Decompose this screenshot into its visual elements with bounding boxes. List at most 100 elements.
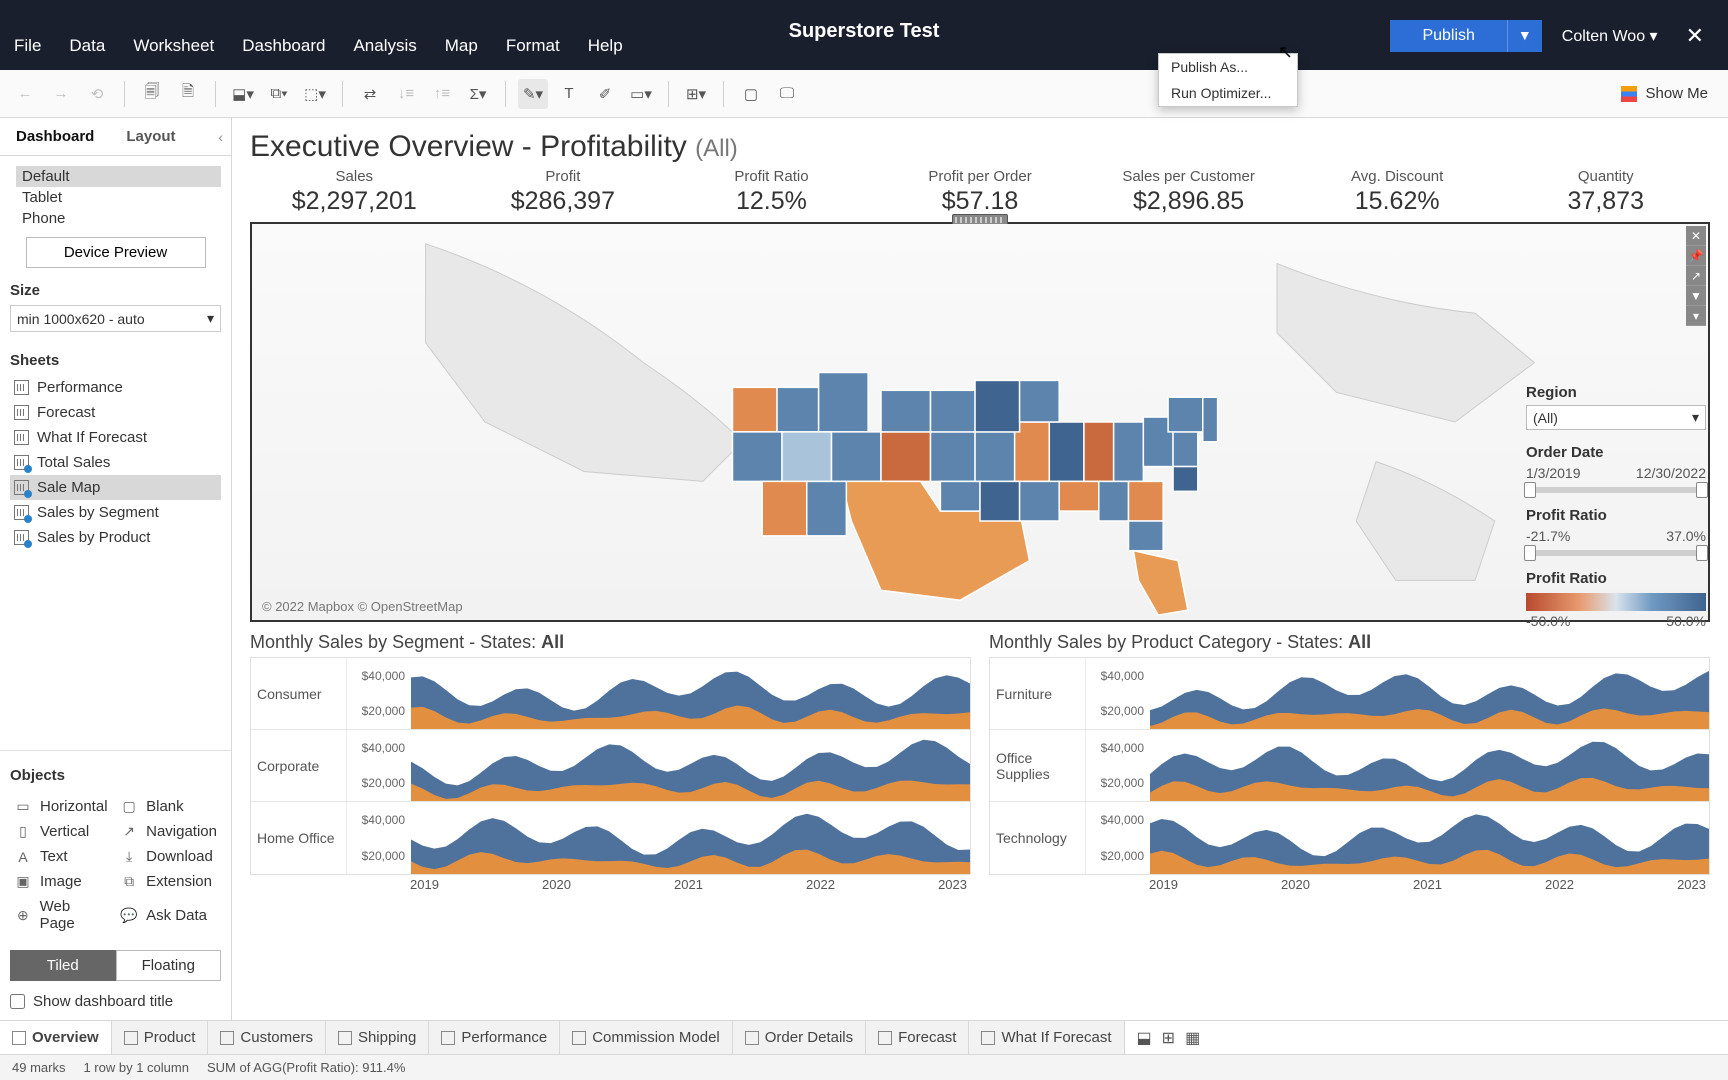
redo-icon[interactable]: →: [46, 79, 76, 109]
totals-icon[interactable]: Σ▾: [463, 79, 493, 109]
show-dashboard-title-checkbox[interactable]: Show dashboard title: [10, 993, 221, 1010]
highlight-icon[interactable]: ✎▾: [518, 79, 548, 109]
object-item[interactable]: ⊕Web Page: [12, 896, 110, 934]
tab-icon: [878, 1031, 892, 1045]
category-chart[interactable]: Monthly Sales by Product Category - Stat…: [989, 632, 1710, 892]
show-title-input[interactable]: [10, 994, 25, 1009]
close-icon[interactable]: ✕: [1678, 23, 1712, 49]
view-icon[interactable]: ⊞▾: [681, 79, 711, 109]
bottom-tab[interactable]: Shipping: [326, 1021, 429, 1054]
kpi-card[interactable]: Profit per Order$57.18: [876, 168, 1085, 216]
sheet-item[interactable]: Forecast: [10, 400, 221, 425]
run-optimizer-item[interactable]: Run Optimizer...: [1159, 80, 1297, 106]
new-datasource-icon[interactable]: 🗐: [137, 79, 167, 109]
segment-chart[interactable]: Monthly Sales by Segment - States: All C…: [250, 632, 971, 892]
pin-icon[interactable]: 📌: [1686, 246, 1706, 266]
sheet-item[interactable]: What If Forecast: [10, 425, 221, 450]
publish-as-item[interactable]: Publish As...: [1159, 54, 1297, 80]
size-select[interactable]: min 1000x620 - auto▾: [10, 305, 221, 332]
show-me-button[interactable]: Show Me: [1621, 85, 1718, 102]
user-menu[interactable]: Colten Woo ▾: [1562, 26, 1658, 46]
object-item[interactable]: ▢Blank: [118, 796, 219, 817]
area-plot: [1150, 802, 1709, 874]
undo-icon[interactable]: ←: [10, 79, 40, 109]
device-default[interactable]: Default: [16, 166, 221, 187]
kpi-card[interactable]: Profit$286,397: [459, 168, 668, 216]
object-item[interactable]: ▣Image: [12, 871, 110, 892]
sale-map[interactable]: ✕ 📌 ↗ ▼ ▾ © 2022 Mapbox © OpenStreetMap: [250, 222, 1710, 622]
menu-data[interactable]: Data: [69, 36, 105, 56]
revert-icon[interactable]: ⟲: [82, 79, 112, 109]
new-sheet-icon[interactable]: ⬓: [1137, 1028, 1152, 1048]
device-tablet[interactable]: Tablet: [16, 187, 221, 208]
object-item[interactable]: ↗Navigation: [118, 821, 219, 842]
filter-icon[interactable]: ▼: [1686, 286, 1706, 306]
sort-asc-icon[interactable]: ↓≡: [391, 79, 421, 109]
object-item[interactable]: 💬Ask Data: [118, 896, 219, 934]
menu-file[interactable]: File: [14, 36, 41, 56]
duplicate-icon[interactable]: ⧉▾: [264, 79, 294, 109]
menu-worksheet[interactable]: Worksheet: [133, 36, 214, 56]
bottom-tab[interactable]: Order Details: [733, 1021, 866, 1054]
kpi-card[interactable]: Sales$2,297,201: [250, 168, 459, 216]
order-date-slider[interactable]: [1526, 487, 1706, 493]
bottom-tab[interactable]: Forecast: [866, 1021, 969, 1054]
x-tick: 2021: [674, 877, 703, 892]
profit-ratio-slider[interactable]: [1526, 550, 1706, 556]
bottom-tab[interactable]: Commission Model: [560, 1021, 733, 1054]
object-item[interactable]: ⤓Download: [118, 846, 219, 867]
sheet-item[interactable]: Total Sales: [10, 450, 221, 475]
bottom-tab[interactable]: What If Forecast: [969, 1021, 1124, 1054]
sheet-item[interactable]: Sales by Segment: [10, 500, 221, 525]
label-icon[interactable]: T: [554, 79, 584, 109]
presentation-icon[interactable]: ▢: [736, 79, 766, 109]
titlebar: File Data Worksheet Dashboard Analysis M…: [0, 0, 1728, 70]
object-item[interactable]: ▯Vertical: [12, 821, 110, 842]
bottom-tab[interactable]: Overview: [0, 1021, 112, 1054]
format-icon[interactable]: ✐: [590, 79, 620, 109]
collapse-panel-icon[interactable]: ‹: [218, 129, 223, 145]
new-story-icon[interactable]: ▦: [1185, 1028, 1200, 1048]
kpi-card[interactable]: Avg. Discount15.62%: [1293, 168, 1502, 216]
object-item[interactable]: ▭Horizontal: [12, 796, 110, 817]
sidepanel-tab-layout[interactable]: Layout: [110, 120, 191, 153]
menu-analysis[interactable]: Analysis: [353, 36, 416, 56]
region-filter-select[interactable]: (All)▾: [1526, 405, 1706, 430]
menu-help[interactable]: Help: [588, 36, 623, 56]
bottom-tab[interactable]: Performance: [429, 1021, 560, 1054]
close-card-icon[interactable]: ✕: [1686, 226, 1706, 246]
menu-format[interactable]: Format: [506, 36, 560, 56]
publish-dropdown-caret[interactable]: ▼: [1507, 20, 1542, 52]
object-item[interactable]: ⧉Extension: [118, 871, 219, 892]
sidepanel-tab-dashboard[interactable]: Dashboard: [0, 120, 110, 153]
bottom-tab[interactable]: Product: [112, 1021, 209, 1054]
object-icon: ▣: [14, 874, 32, 889]
kpi-card[interactable]: Quantity37,873: [1501, 168, 1710, 216]
new-dashboard-icon[interactable]: ⊞: [1162, 1028, 1175, 1048]
goto-sheet-icon[interactable]: ↗: [1686, 266, 1706, 286]
more-icon[interactable]: ▾: [1686, 306, 1706, 326]
menu-map[interactable]: Map: [445, 36, 478, 56]
new-worksheet-icon[interactable]: ⬓▾: [228, 79, 258, 109]
object-item[interactable]: AText: [12, 846, 110, 867]
tiled-toggle[interactable]: Tiled: [10, 950, 116, 981]
sort-desc-icon[interactable]: ↑≡: [427, 79, 457, 109]
sheet-item[interactable]: Sale Map: [10, 475, 221, 500]
area-plot: [411, 730, 970, 801]
kpi-card[interactable]: Profit Ratio12.5%: [667, 168, 876, 216]
clear-icon[interactable]: ⬚▾: [300, 79, 330, 109]
fit-icon[interactable]: ▭▾: [626, 79, 656, 109]
sheet-item[interactable]: Performance: [10, 375, 221, 400]
device-icon[interactable]: 🖵: [772, 79, 802, 109]
swap-icon[interactable]: ⇄: [355, 79, 385, 109]
bottom-tab[interactable]: Customers: [208, 1021, 326, 1054]
device-phone[interactable]: Phone: [16, 208, 221, 229]
sheet-item[interactable]: Sales by Product: [10, 525, 221, 550]
publish-button[interactable]: Publish: [1390, 20, 1506, 52]
kpi-card[interactable]: Sales per Customer$2,896.85: [1084, 168, 1293, 216]
refresh-icon[interactable]: 🗎: [173, 79, 203, 109]
map-card-tools: ✕ 📌 ↗ ▼ ▾: [1686, 226, 1706, 326]
device-preview-button[interactable]: Device Preview: [26, 237, 206, 268]
floating-toggle[interactable]: Floating: [116, 950, 222, 981]
menu-dashboard[interactable]: Dashboard: [242, 36, 325, 56]
